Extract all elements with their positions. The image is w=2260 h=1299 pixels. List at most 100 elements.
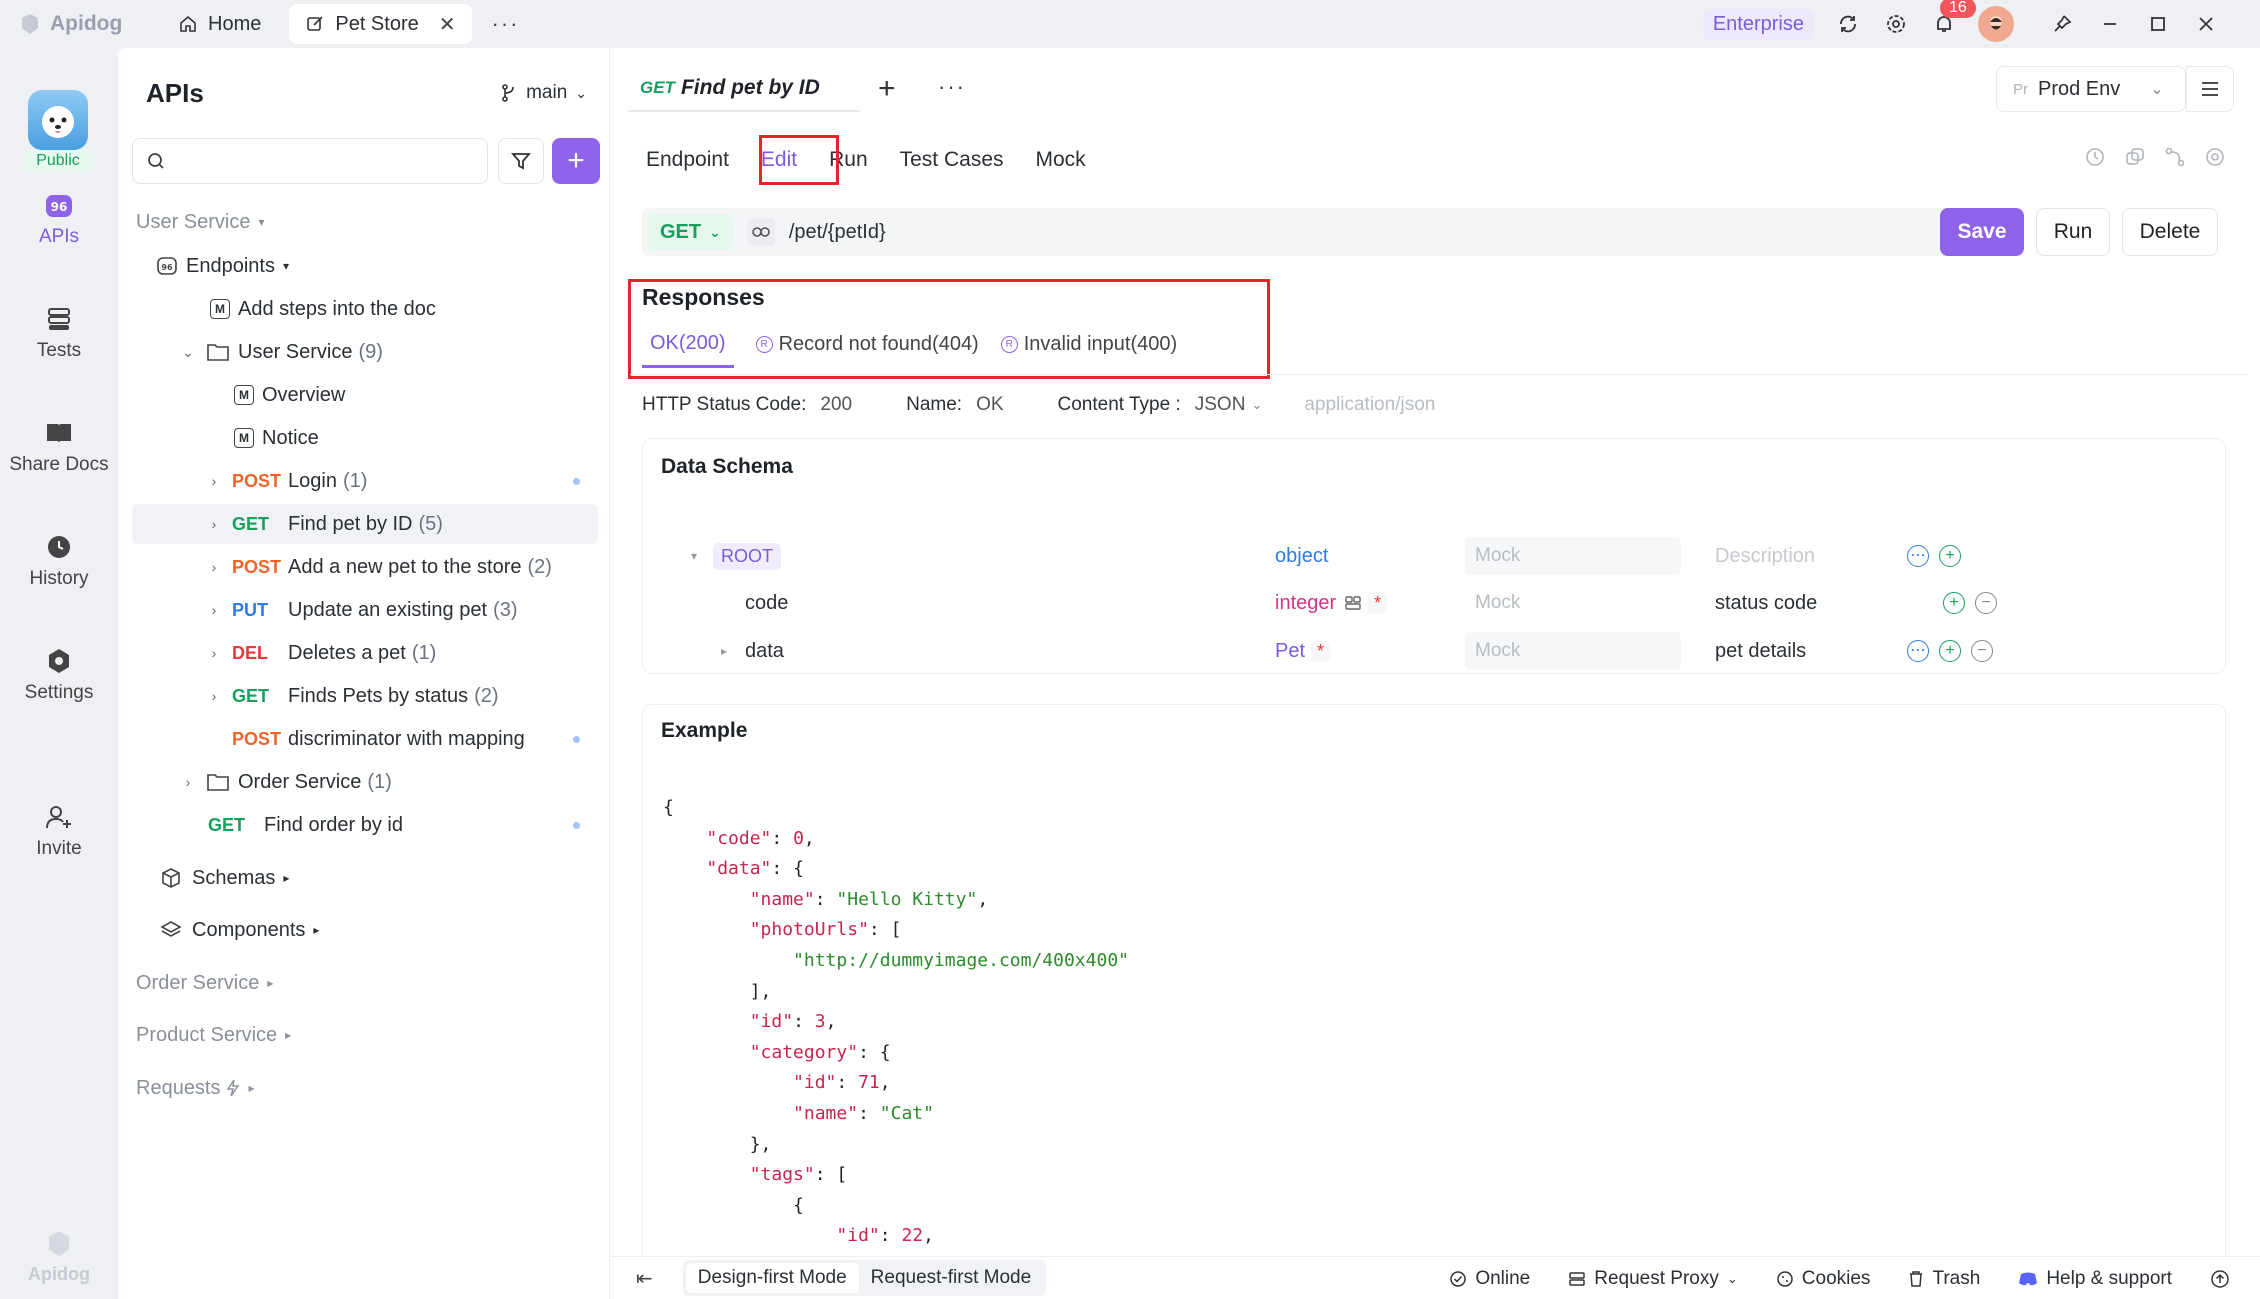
tree-api-delete-pet[interactable]: › DEL Deletes a pet (1): [206, 633, 598, 673]
environment-selector[interactable]: Pr Prod Env ⌄: [1996, 66, 2186, 112]
tree-api-find-by-status[interactable]: › GET Finds Pets by status (2): [206, 676, 598, 716]
online-status[interactable]: Online: [1449, 1268, 1530, 1290]
design-first-mode-button[interactable]: Design-first Mode: [685, 1263, 859, 1293]
filter-button[interactable]: [498, 138, 544, 184]
chevron-right-icon[interactable]: ›: [206, 602, 222, 618]
method-selector[interactable]: GET ⌄: [648, 214, 733, 250]
minimize-icon[interactable]: [2096, 10, 2124, 38]
workflow-icon[interactable]: [2164, 146, 2186, 168]
tree-group-user-service[interactable]: User Service ▾: [136, 202, 602, 242]
tab-pet-store[interactable]: Pet Store ✕: [289, 4, 472, 44]
timer-icon[interactable]: [2084, 146, 2106, 168]
more-tabs-icon[interactable]: ···: [492, 11, 520, 37]
tree-section-schemas[interactable]: Schemas ▸: [160, 858, 626, 898]
nav-invite[interactable]: Invite: [0, 804, 118, 860]
remove-field-icon[interactable]: −: [1975, 592, 1997, 614]
tree-folder-endpoints[interactable]: 96 Endpoints ▾: [156, 246, 622, 286]
user-avatar[interactable]: [1978, 6, 2014, 42]
nav-apis[interactable]: 96 APIs: [0, 194, 118, 248]
content-type-selector[interactable]: JSON ⌄: [1195, 394, 1263, 416]
tab-test-cases[interactable]: Test Cases: [884, 140, 1020, 180]
chevron-right-icon[interactable]: ›: [180, 774, 196, 790]
copy-icon[interactable]: [2124, 146, 2146, 168]
save-button[interactable]: Save: [1940, 208, 2024, 256]
tab-more-icon[interactable]: ···: [938, 74, 966, 100]
description-input[interactable]: Description: [1715, 545, 1815, 568]
tab-mock[interactable]: Mock: [1020, 140, 1102, 180]
delete-button[interactable]: Delete: [2122, 208, 2218, 256]
add-child-icon[interactable]: +: [1939, 545, 1961, 567]
remove-field-icon[interactable]: −: [1971, 640, 1993, 662]
description-input[interactable]: pet details: [1715, 640, 1806, 663]
link-icon[interactable]: [746, 218, 775, 246]
chevron-down-icon[interactable]: ⌄: [180, 344, 196, 361]
nav-history[interactable]: History: [0, 534, 118, 590]
tree-api-login[interactable]: › POST Login (1): [206, 461, 598, 501]
chevron-right-icon[interactable]: ›: [206, 645, 222, 661]
mock-input[interactable]: Mock: [1465, 584, 1681, 622]
schema-row-code[interactable]: code integer * Mock status code + −: [643, 581, 2227, 625]
chevron-right-icon[interactable]: ›: [206, 559, 222, 575]
nav-share-docs[interactable]: Share Docs: [0, 420, 118, 476]
caret-down-icon[interactable]: ▾: [691, 549, 697, 563]
tree-api-discriminator[interactable]: POST discriminator with mapping: [232, 719, 598, 759]
plan-badge[interactable]: Enterprise: [1702, 8, 1814, 40]
nav-tests[interactable]: Tests: [0, 306, 118, 362]
status-code-value[interactable]: 200: [820, 394, 852, 416]
tree-group-product-service[interactable]: Product Service ▸: [136, 1015, 602, 1055]
branch-selector[interactable]: main ⌄: [500, 82, 587, 104]
tab-endpoint[interactable]: Endpoint: [630, 140, 745, 180]
request-proxy[interactable]: Request Proxy ⌄: [1568, 1268, 1738, 1290]
project-avatar[interactable]: [28, 90, 88, 150]
chevron-right-icon[interactable]: ›: [206, 688, 222, 704]
tree-doc-add-steps[interactable]: M Add steps into the doc: [210, 289, 676, 329]
tree-group-requests[interactable]: Requests ▸: [136, 1068, 602, 1108]
menu-button[interactable]: [2186, 66, 2234, 112]
schema-row-root[interactable]: ▾ ROOT object Mock Description ⋯ +: [643, 534, 2227, 578]
tree-api-add-pet[interactable]: › POST Add a new pet to the store (2): [206, 547, 598, 587]
tree-section-components[interactable]: Components ▸: [160, 910, 626, 950]
tree-api-find-pet-by-id[interactable]: › GET Find pet by ID (5): [132, 504, 598, 544]
run-button[interactable]: Run: [2036, 208, 2110, 256]
schema-row-data[interactable]: ▸ data Pet * Mock pet details ⋯ + −: [643, 629, 2227, 673]
required-marker[interactable]: *: [1311, 640, 1331, 662]
search-input[interactable]: [132, 138, 488, 184]
name-value[interactable]: OK: [976, 394, 1003, 416]
tree-api-find-order[interactable]: GET Find order by id: [208, 805, 598, 845]
help-support[interactable]: Help & support: [2018, 1268, 2172, 1290]
doc-tab-find-pet[interactable]: GET Find pet by ID: [628, 66, 860, 112]
settings-icon[interactable]: [2204, 146, 2226, 168]
caret-right-icon[interactable]: ▸: [721, 644, 727, 658]
schema-field-type[interactable]: Pet: [1275, 640, 1305, 663]
more-options-icon[interactable]: ⋯: [1907, 545, 1929, 567]
url-bar[interactable]: GET ⌄ /pet/{petId}: [642, 208, 1958, 256]
sync-icon[interactable]: [1834, 10, 1862, 38]
trash[interactable]: Trash: [1908, 1268, 1980, 1290]
add-sibling-icon[interactable]: +: [1939, 640, 1961, 662]
mock-input[interactable]: Mock: [1465, 537, 1681, 575]
collapse-sidebar-icon[interactable]: ⇤: [636, 1266, 653, 1291]
description-input[interactable]: status code: [1715, 592, 1817, 615]
url-path[interactable]: /pet/{petId}: [789, 221, 886, 244]
new-tab-button[interactable]: +: [878, 72, 896, 106]
example-code[interactable]: { "code": 0, "data": { "name": "Hello Ki…: [663, 793, 1129, 1252]
bell-icon[interactable]: 16: [1930, 0, 1976, 38]
tree-api-update-pet[interactable]: › PUT Update an existing pet (3): [206, 590, 598, 630]
schema-field-type[interactable]: integer: [1275, 592, 1336, 615]
close-tab-icon[interactable]: ✕: [439, 12, 456, 37]
more-options-icon[interactable]: ⋯: [1907, 640, 1929, 662]
tab-home[interactable]: Home: [162, 4, 277, 44]
nav-settings[interactable]: Settings: [0, 648, 118, 704]
cookies[interactable]: Cookies: [1776, 1268, 1870, 1290]
required-marker[interactable]: *: [1368, 592, 1388, 614]
mock-input[interactable]: Mock: [1465, 632, 1681, 670]
add-sibling-icon[interactable]: +: [1943, 592, 1965, 614]
pin-icon[interactable]: [2048, 10, 2076, 38]
add-button[interactable]: +: [552, 138, 600, 184]
tree-group-order-service[interactable]: Order Service ▸: [136, 963, 602, 1003]
tree-folder-user-service[interactable]: ⌄ User Service (9): [180, 332, 646, 372]
maximize-icon[interactable]: [2144, 10, 2172, 38]
request-first-mode-button[interactable]: Request-first Mode: [859, 1263, 1044, 1293]
chevron-right-icon[interactable]: ›: [206, 473, 222, 489]
close-window-icon[interactable]: [2192, 10, 2220, 38]
